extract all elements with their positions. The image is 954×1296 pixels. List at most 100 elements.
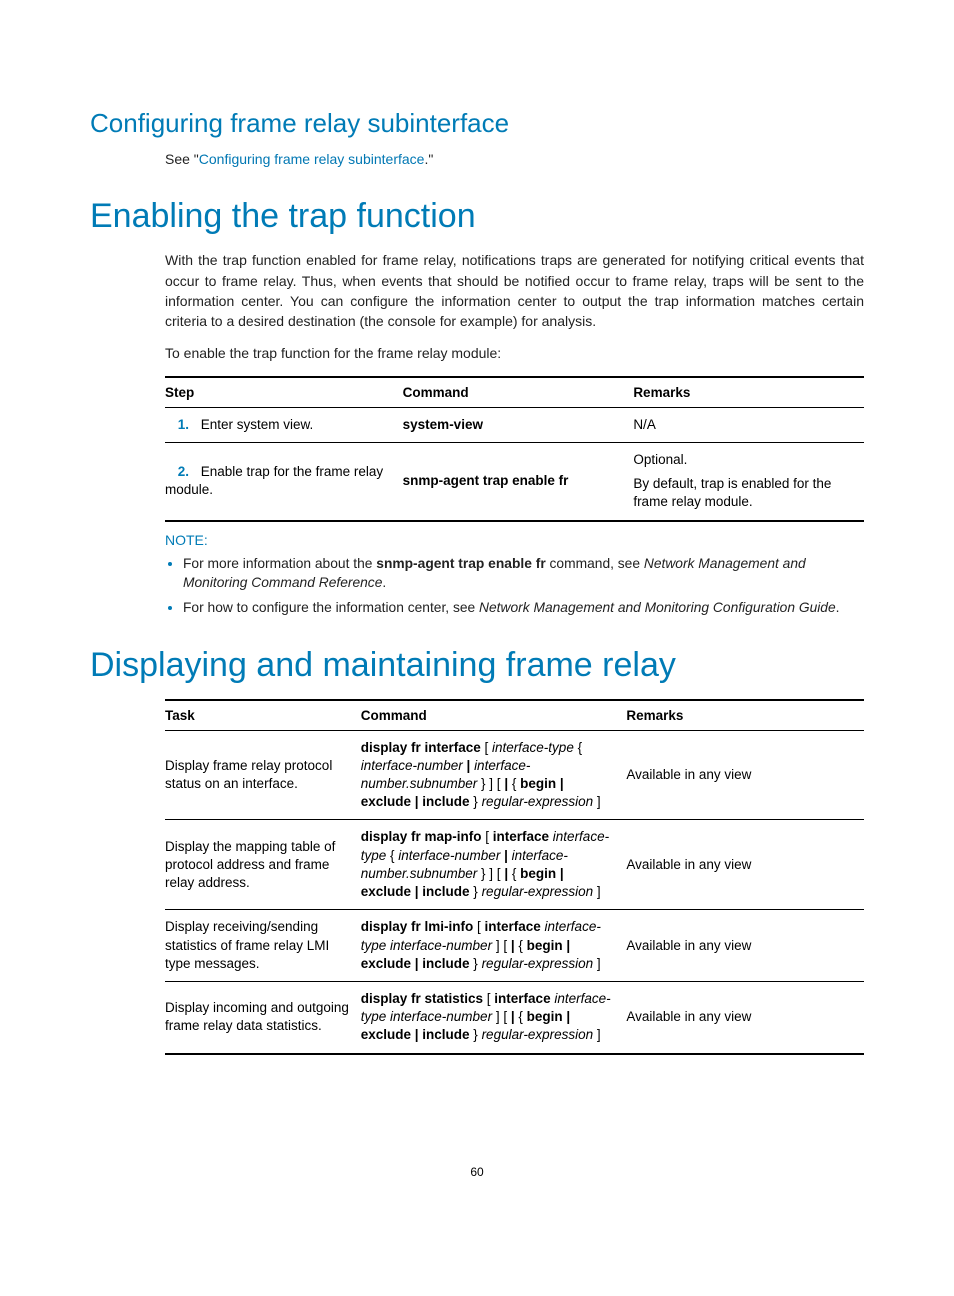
remarks-text: Available in any view <box>626 730 864 820</box>
cmd-keyword: interface <box>493 829 549 844</box>
cmd-keyword: | <box>411 794 422 809</box>
cmd-text: [ <box>481 829 492 844</box>
task-text: Display incoming and outgoing frame rela… <box>165 982 361 1054</box>
see-link[interactable]: Configuring frame relay subinterface <box>199 151 425 167</box>
cmd-keyword: include <box>422 884 469 899</box>
trap-para2: To enable the trap function for the fram… <box>165 343 864 363</box>
remarks-text: Available in any view <box>626 982 864 1054</box>
cmd-cell: display fr interface [ interface-type { … <box>361 730 627 820</box>
cmd-arg: interface-number <box>390 938 492 953</box>
cmd-keyword: | <box>411 884 422 899</box>
note-list: For more information about the snmp-agen… <box>165 554 864 618</box>
table-row: Display frame relay protocol status on a… <box>165 730 864 820</box>
cmd-text: { <box>574 740 582 755</box>
table-row: Display receiving/sending statistics of … <box>165 910 864 982</box>
heading-trap: Enabling the trap function <box>90 197 864 236</box>
cmd-keyword: | <box>463 758 474 773</box>
cmd-keyword: begin <box>527 1009 563 1024</box>
cmd-cell: display fr statistics [ interface interf… <box>361 982 627 1054</box>
step-num: 1. <box>165 416 197 434</box>
remarks-text: N/A <box>633 407 864 442</box>
cmd-text: [ <box>481 740 492 755</box>
th-step: Step <box>165 377 403 408</box>
cmd-arg: interface-number <box>390 1009 492 1024</box>
cmd-keyword: include <box>422 794 469 809</box>
note-text: For more information about the <box>183 556 376 571</box>
cmd-arg: regular-expression <box>482 1027 594 1042</box>
cmd-keyword: exclude <box>361 956 411 971</box>
cmd-text: { <box>508 776 520 791</box>
cmd-arg: interface-type <box>492 740 574 755</box>
cmd-keyword: display fr map-info <box>361 829 482 844</box>
cmd-text: ] <box>593 794 601 809</box>
note-cmd: snmp-agent trap enable fr <box>376 556 545 571</box>
th-command: Command <box>361 700 627 731</box>
th-remarks: Remarks <box>633 377 864 408</box>
note-text: . <box>382 575 386 590</box>
cmd-text: } ] [ <box>477 866 504 881</box>
cmd-text: ] <box>593 1027 601 1042</box>
cmd-keyword: | <box>563 938 571 953</box>
cmd-keyword: exclude <box>361 884 411 899</box>
cmd-text: { <box>515 938 527 953</box>
remarks-line1: Optional. <box>633 451 854 469</box>
page-number: 60 <box>90 1165 864 1179</box>
cmd-text: ] [ <box>492 1009 511 1024</box>
note-text: For how to configure the information cen… <box>183 600 479 615</box>
step-text: Enable trap for the frame relay module. <box>165 464 383 497</box>
th-command: Command <box>403 377 634 408</box>
cmd-arg: regular-expression <box>482 794 594 809</box>
cmd-keyword: display fr statistics <box>361 991 483 1006</box>
see-line: See "Configuring frame relay subinterfac… <box>165 149 864 169</box>
th-remarks: Remarks <box>626 700 864 731</box>
step-num: 2. <box>165 463 197 481</box>
cmd-keyword: begin <box>520 776 556 791</box>
cmd-arg: regular-expression <box>482 956 594 971</box>
task-text: Display frame relay protocol status on a… <box>165 730 361 820</box>
note-label: NOTE: <box>165 532 864 548</box>
cmd-text: { <box>508 866 520 881</box>
cmd-arg: regular-expression <box>482 884 594 899</box>
cmd-keyword: | <box>563 1009 571 1024</box>
note-item: For how to configure the information cen… <box>183 598 864 617</box>
cmd-cell: display fr map-info [ interface interfac… <box>361 820 627 910</box>
display-table: Task Command Remarks Display frame relay… <box>165 699 864 1055</box>
cmd-text: { <box>515 1009 527 1024</box>
table-row: 2. Enable trap for the frame relay modul… <box>165 443 864 521</box>
step-text: Enter system view. <box>201 417 314 432</box>
cmd-keyword: exclude <box>361 1027 411 1042</box>
remarks-line2: By default, trap is enabled for the fram… <box>633 475 854 511</box>
cmd-keyword: | <box>411 956 422 971</box>
cmd-keyword: | <box>411 1027 422 1042</box>
cmd-keyword: display fr interface <box>361 740 481 755</box>
note-ref: Network Management and Monitoring Config… <box>479 600 836 615</box>
cmd-keyword: include <box>422 1027 469 1042</box>
cmd-text: [ <box>473 919 484 934</box>
cmd-text: { <box>386 848 398 863</box>
cmd-text: } <box>470 884 482 899</box>
remarks-text: Available in any view <box>626 820 864 910</box>
cmd-keyword: display fr lmi-info <box>361 919 474 934</box>
cmd-text: system-view <box>403 417 483 432</box>
note-text: . <box>836 600 840 615</box>
cmd-text: } <box>470 1027 482 1042</box>
th-task: Task <box>165 700 361 731</box>
cmd-keyword: begin <box>520 866 556 881</box>
cmd-keyword: | <box>500 848 511 863</box>
trap-para1: With the trap function enabled for frame… <box>165 250 864 331</box>
cmd-keyword: begin <box>527 938 563 953</box>
cmd-text: } <box>470 956 482 971</box>
cmd-text: ] [ <box>492 938 511 953</box>
task-text: Display receiving/sending statistics of … <box>165 910 361 982</box>
cmd-text: ] <box>593 956 601 971</box>
cmd-keyword: interface <box>485 919 541 934</box>
cmd-cell: display fr lmi-info [ interface interfac… <box>361 910 627 982</box>
cmd-text: snmp-agent trap enable fr <box>403 473 569 488</box>
see-prefix: See " <box>165 151 199 167</box>
table-row: Display the mapping table of protocol ad… <box>165 820 864 910</box>
table-row: 1. Enter system view. system-view N/A <box>165 407 864 442</box>
table-row: Display incoming and outgoing frame rela… <box>165 982 864 1054</box>
cmd-keyword: | <box>556 866 564 881</box>
cmd-keyword: include <box>422 956 469 971</box>
note-item: For more information about the snmp-agen… <box>183 554 864 593</box>
